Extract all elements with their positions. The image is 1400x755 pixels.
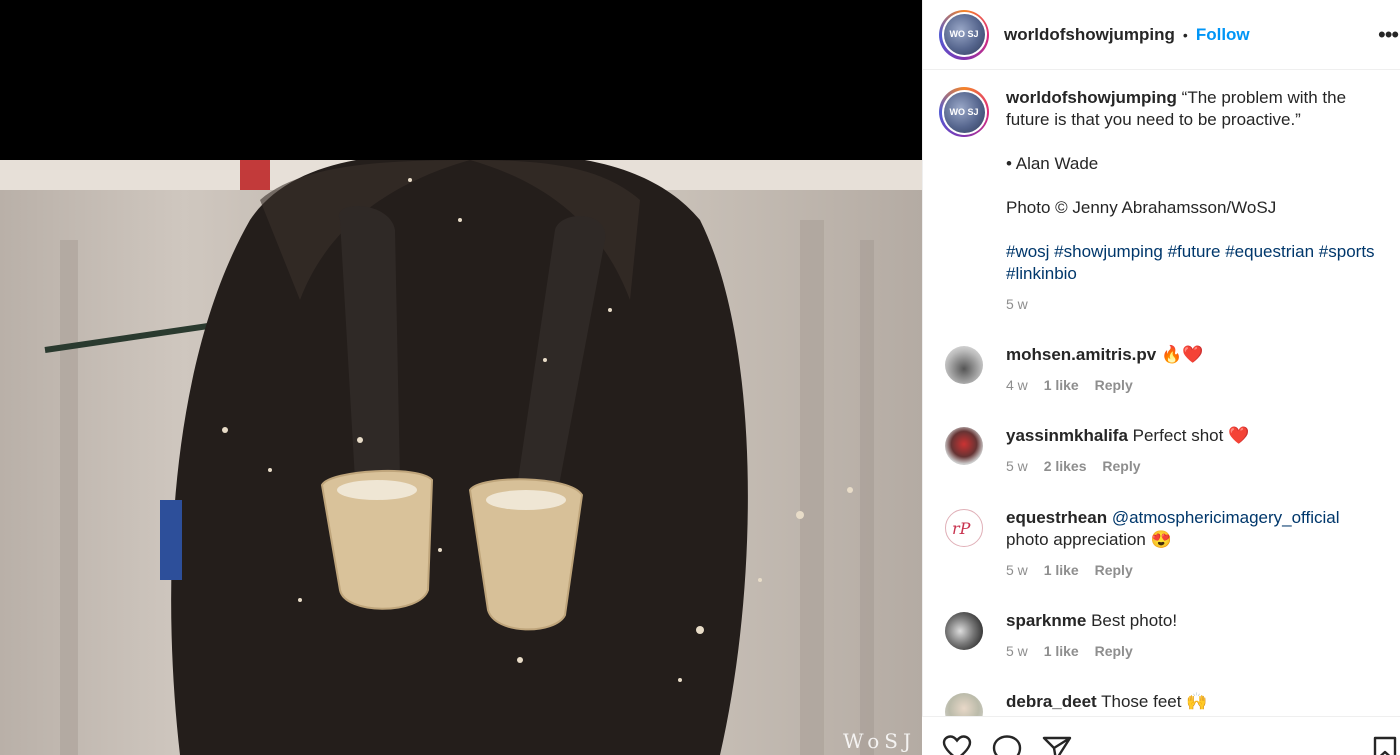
comment-mention[interactable]: @atmosphericimagery_official — [1112, 508, 1340, 527]
caption-hashtags[interactable]: #wosj #showjumping #future #equestrian #… — [1006, 241, 1386, 285]
reply-button[interactable]: Reply — [1095, 643, 1133, 659]
comment-text: photo appreciation 😍 — [1006, 530, 1172, 549]
caption-time[interactable]: 5 w — [1006, 293, 1386, 315]
post-header: WO SJ worldofshowjumping • Follow ••• — [923, 0, 1400, 70]
share-icon[interactable] — [1042, 735, 1072, 755]
comment-time[interactable]: 5 w — [1006, 562, 1028, 578]
comment-text: Best photo! — [1091, 611, 1178, 630]
avatar-image: WO SJ — [943, 14, 985, 55]
comment-likes[interactable]: 1 like — [1044, 562, 1079, 578]
comment-icon[interactable] — [992, 735, 1022, 755]
reply-button[interactable]: Reply — [1095, 562, 1133, 578]
caption-text: worldofshowjumping “The problem with the… — [1006, 87, 1386, 315]
comment-likes[interactable]: 1 like — [1044, 643, 1079, 659]
comment-username[interactable]: equestrhean — [1006, 508, 1107, 527]
comment-time[interactable]: 4 w — [1006, 377, 1028, 393]
more-options-icon[interactable]: ••• — [1378, 22, 1400, 48]
caption-author: • Alan Wade — [1006, 154, 1099, 173]
reply-button[interactable]: Reply — [1102, 458, 1140, 474]
caption-username[interactable]: worldofshowjumping — [1006, 88, 1177, 107]
comment-time[interactable]: 5 w — [1006, 643, 1028, 659]
comment-text: 🔥❤️ — [1160, 345, 1204, 364]
caption-avatar[interactable]: WO SJ — [939, 87, 989, 137]
commenter-avatar[interactable]: rP — [945, 509, 983, 547]
svg-text:rP: rP — [952, 519, 971, 538]
profile-avatar[interactable]: WO SJ — [939, 9, 989, 60]
watermark: WoSJ — [843, 729, 916, 753]
comment-username[interactable]: yassinmkhalifa — [1006, 426, 1128, 445]
reply-button[interactable]: Reply — [1095, 377, 1133, 393]
comment-text: Perfect shot ❤️ — [1132, 426, 1250, 445]
caption: WO SJ worldofshowjumping “The problem wi… — [939, 87, 1400, 315]
commenter-avatar[interactable] — [945, 612, 983, 650]
horse-photo — [0, 160, 922, 755]
separator-dot: • — [1182, 26, 1188, 43]
comment-username[interactable]: sparknme — [1006, 611, 1086, 630]
heart-icon[interactable] — [942, 735, 972, 755]
comment-username[interactable]: mohsen.amitris.pv — [1006, 345, 1156, 364]
commenter-avatar[interactable] — [945, 427, 983, 465]
follow-button[interactable]: Follow — [1196, 25, 1250, 45]
comment-likes[interactable]: 2 likes — [1044, 458, 1087, 474]
rp-logo-icon: rP — [952, 519, 971, 538]
caption-photo-credit: Photo © Jenny Abrahamsson/WoSJ — [1006, 198, 1277, 217]
commenter-avatar[interactable] — [945, 346, 983, 384]
post-side-panel: WO SJ worldofshowjumping • Follow ••• WO… — [922, 0, 1400, 755]
post-media[interactable]: WoSJ — [0, 0, 922, 755]
post-photo[interactable]: WoSJ — [0, 160, 922, 755]
comment-text: Those feet 🙌 — [1101, 692, 1208, 711]
bookmark-icon[interactable] — [1372, 735, 1398, 755]
header-username[interactable]: worldofshowjumping — [1004, 25, 1175, 45]
comment-time[interactable]: 5 w — [1006, 458, 1028, 474]
comment-username[interactable]: debra_deet — [1006, 692, 1097, 711]
comment-likes[interactable]: 1 like — [1044, 377, 1079, 393]
avatar-image: WO SJ — [943, 91, 985, 133]
action-bar — [922, 716, 1400, 755]
